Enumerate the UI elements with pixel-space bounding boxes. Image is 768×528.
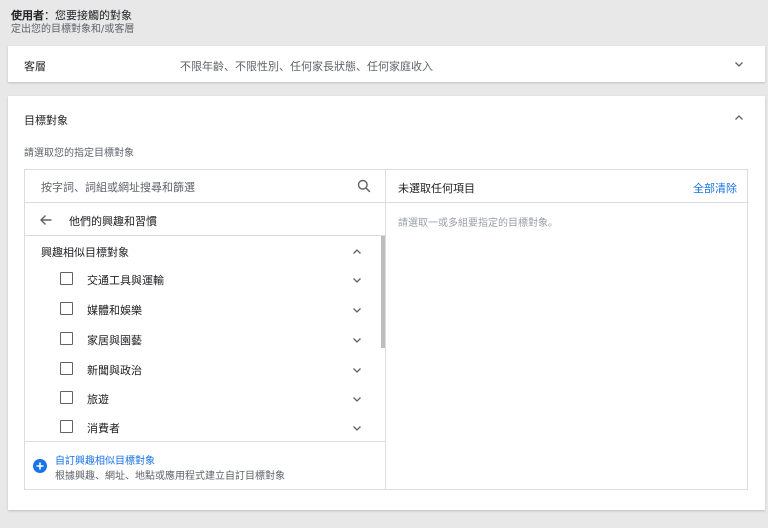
item-label: 交通工具與運輸 [87,274,164,287]
checkbox[interactable] [60,391,73,404]
item-label: 新聞與政治 [87,364,142,377]
list-item[interactable]: 家居與園藝 [25,324,380,354]
selected-pane: 未選取任何項目 全部清除 請選取一或多組要指定的目標對象。 [386,170,747,489]
search-icon[interactable] [357,179,371,193]
item-label: 家居與園藝 [87,334,142,347]
chevron-down-icon[interactable] [733,58,745,70]
search-row [25,170,385,203]
selected-title: 未選取任何項目 [398,182,475,195]
category-list: 興趣相似目標對象 交通工具與運輸 媒體和娛樂 家居與園藝 新聞與政治 旅遊 消費… [25,236,385,441]
item-label: 旅遊 [87,393,109,406]
chevron-down-icon[interactable] [351,364,363,376]
checkbox[interactable] [60,272,73,285]
list-item[interactable]: 旅遊 [25,383,380,413]
chevron-down-icon[interactable] [351,304,363,316]
targeting-card: 目標對象 請選取您的指定目標對象 他們的興趣和習慣 興趣相似目標對象 交通工具與… [8,96,765,510]
item-label: 媒體和娛樂 [87,304,142,317]
custom-audience-link[interactable]: 自訂興趣相似目標對象 [55,452,155,467]
arrow-left-icon[interactable] [39,213,53,227]
list-item[interactable]: 新聞與政治 [25,354,380,384]
custom-audience-row[interactable]: 自訂興趣相似目標對象 根據興趣、網址、地點或應用程式建立自訂目標對象 [25,441,385,489]
section-subtitle: 定出您的目標對象和/或客層 [11,24,135,35]
targeting-label: 目標對象 [24,114,68,127]
custom-audience-description: 根據興趣、網址、地點或應用程式建立自訂目標對象 [55,471,285,482]
targeting-panel: 他們的興趣和習慣 興趣相似目標對象 交通工具與運輸 媒體和娛樂 家居與園藝 [24,169,748,490]
chevron-down-icon[interactable] [351,393,363,405]
chevron-down-icon[interactable] [351,274,363,286]
section-header: 使用者：您要接觸的對象 定出您的目標對象和/或客層 [11,9,134,37]
chevron-up-icon[interactable] [351,246,363,258]
back-label: 他們的興趣和習慣 [69,215,157,228]
demographics-summary: 不限年齡、不限性別、任何家長狀態、任何家庭收入 [180,60,433,73]
empty-state-text: 請選取一或多組要指定的目標對象。 [398,218,558,229]
clear-all-button[interactable]: 全部清除 [693,180,737,196]
section-title-bold: 使用者 [11,9,44,22]
demographics-label: 客層 [24,60,46,73]
targeting-hint: 請選取您的指定目標對象 [24,148,134,159]
group-title: 興趣相似目標對象 [41,246,129,259]
list-item[interactable]: 消費者 [25,412,380,441]
search-input[interactable] [41,178,341,196]
scrollbar-thumb[interactable] [381,236,385,348]
list-item[interactable]: 交通工具與運輸 [25,264,380,294]
add-icon[interactable] [33,459,47,473]
chevron-down-icon[interactable] [351,422,363,434]
selected-header: 未選取任何項目 全部清除 [386,170,747,203]
back-row[interactable]: 他們的興趣和習慣 [25,203,385,236]
audience-demographics-row[interactable]: 客層 不限年齡、不限性別、任何家長狀態、任何家庭收入 [8,46,765,82]
list-item[interactable]: 媒體和娛樂 [25,294,380,324]
browse-pane: 他們的興趣和習慣 興趣相似目標對象 交通工具與運輸 媒體和娛樂 家居與園藝 [25,170,386,489]
section-title: 使用者：您要接觸的對象 [11,9,134,23]
checkbox[interactable] [60,302,73,315]
section-title-rest: ：您要接觸的對象 [44,9,132,22]
checkbox[interactable] [60,332,73,345]
checkbox[interactable] [60,420,73,433]
item-label: 消費者 [87,422,120,435]
checkbox[interactable] [60,362,73,375]
chevron-down-icon[interactable] [351,334,363,346]
chevron-up-icon[interactable] [733,112,745,124]
